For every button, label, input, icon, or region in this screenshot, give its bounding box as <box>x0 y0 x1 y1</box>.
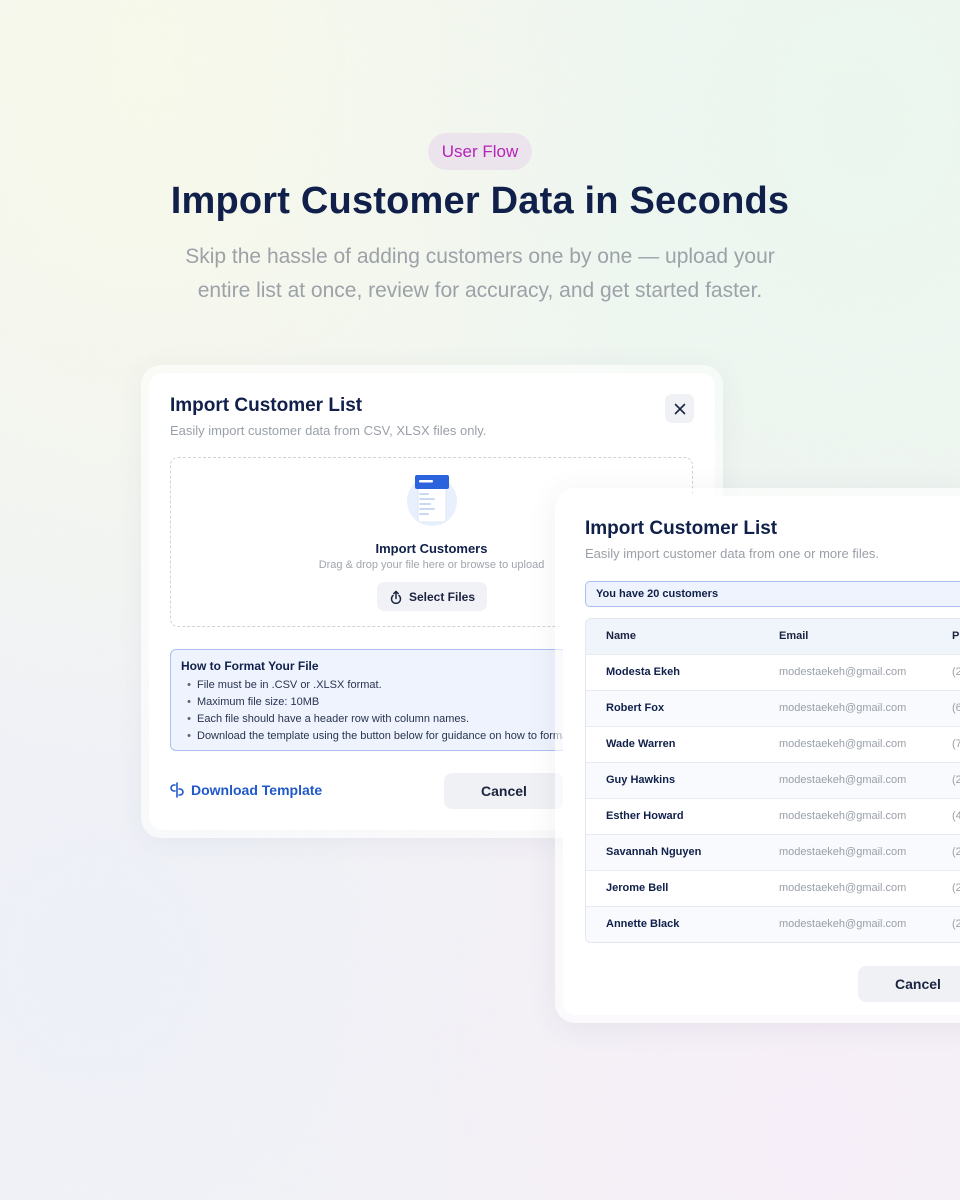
select-files-label: Select Files <box>408 589 476 604</box>
download-template-label: Download Template <box>191 782 323 798</box>
cell-name: Modesta Ekeh <box>606 666 680 678</box>
cell-email: modestaekeh@gmail.com <box>779 774 907 786</box>
download-template-link[interactable]: Download Template <box>170 782 322 798</box>
column-header-phone[interactable]: Ph <box>952 619 960 654</box>
cell-email: modestaekeh@gmail.com <box>779 666 907 678</box>
upload-icon <box>390 590 402 604</box>
format-instructions-list: • File must be in .CSV or .XLSX format. •… <box>181 677 571 745</box>
review-modal-panel: Import Customer List Easily import custo… <box>563 496 960 1015</box>
page-title: Import Customer Data in Seconds <box>170 180 790 222</box>
table-header: Name Email Ph <box>586 619 960 655</box>
cell-email: modestaekeh@gmail.com <box>779 702 907 714</box>
close-icon <box>674 403 685 414</box>
page-subtitle: Skip the hassle of adding customers one … <box>185 245 775 302</box>
select-files-button[interactable]: Select Files <box>377 582 487 611</box>
review-modal: Import Customer List Easily import custo… <box>555 488 960 1023</box>
format-instructions-title: How to Format Your File <box>181 659 319 673</box>
cell-email: modestaekeh@gmail.com <box>779 846 907 858</box>
review-modal-title: Import Customer List <box>585 518 778 539</box>
cell-phone: (2 <box>952 666 960 678</box>
user-flow-badge: User Flow <box>428 133 532 170</box>
customer-count-banner: You have 20 customers <box>585 581 960 607</box>
cell-email: modestaekeh@gmail.com <box>779 918 907 930</box>
table-row[interactable]: Guy Hawkins modestaekeh@gmail.com (2 <box>586 763 960 799</box>
list-item: • Each file should have a header row with… <box>187 713 470 725</box>
cell-name: Wade Warren <box>606 738 676 750</box>
cell-phone: (4 <box>952 810 960 822</box>
cell-name: Savannah Nguyen <box>606 846 702 858</box>
table-row[interactable]: Jerome Bell modestaekeh@gmail.com (2 <box>586 871 960 907</box>
customer-table: Name Email Ph Modesta Ekeh modestaekeh@g… <box>585 618 960 943</box>
cell-name: Guy Hawkins <box>606 774 676 786</box>
upload-modal-subtitle: Easily import customer data from CSV, XL… <box>170 423 487 438</box>
table-row[interactable]: Savannah Nguyen modestaekeh@gmail.com (2 <box>586 835 960 871</box>
table-row[interactable]: Modesta Ekeh modestaekeh@gmail.com (2 <box>586 655 960 691</box>
cell-name: Annette Black <box>606 918 680 930</box>
document-icon <box>407 475 457 526</box>
cell-phone: (2 <box>952 918 960 930</box>
list-item: • Download the template using the button … <box>187 730 572 742</box>
cell-email: modestaekeh@gmail.com <box>779 810 907 822</box>
cell-name: Robert Fox <box>606 702 665 714</box>
cell-email: modestaekeh@gmail.com <box>779 738 907 750</box>
table-row[interactable]: Wade Warren modestaekeh@gmail.com (7 <box>586 727 960 763</box>
column-header-name[interactable]: Name <box>606 619 636 654</box>
table-row[interactable]: Annette Black modestaekeh@gmail.com (2 <box>586 907 960 942</box>
close-button[interactable] <box>665 394 694 423</box>
cell-phone: (2 <box>952 774 960 786</box>
cancel-button[interactable]: Cancel <box>444 773 564 809</box>
column-header-email[interactable]: Email <box>779 619 808 654</box>
table-row[interactable]: Robert Fox modestaekeh@gmail.com (6 <box>586 691 960 727</box>
review-modal-subtitle: Easily import customer data from one or … <box>585 546 880 561</box>
cell-phone: (2 <box>952 882 960 894</box>
cell-phone: (6 <box>952 702 960 714</box>
cell-name: Jerome Bell <box>606 882 669 894</box>
cell-phone: (2 <box>952 846 960 858</box>
list-item: • File must be in .CSV or .XLSX format. <box>187 679 382 691</box>
upload-modal-title: Import Customer List <box>170 395 363 416</box>
table-row[interactable]: Esther Howard modestaekeh@gmail.com (4 <box>586 799 960 835</box>
cell-phone: (7 <box>952 738 960 750</box>
download-link-icon <box>170 782 184 798</box>
cell-name: Esther Howard <box>606 810 684 822</box>
list-item: • Maximum file size: 10MB <box>187 696 320 708</box>
cancel-button[interactable]: Cancel <box>858 966 960 1002</box>
cell-email: modestaekeh@gmail.com <box>779 882 907 894</box>
